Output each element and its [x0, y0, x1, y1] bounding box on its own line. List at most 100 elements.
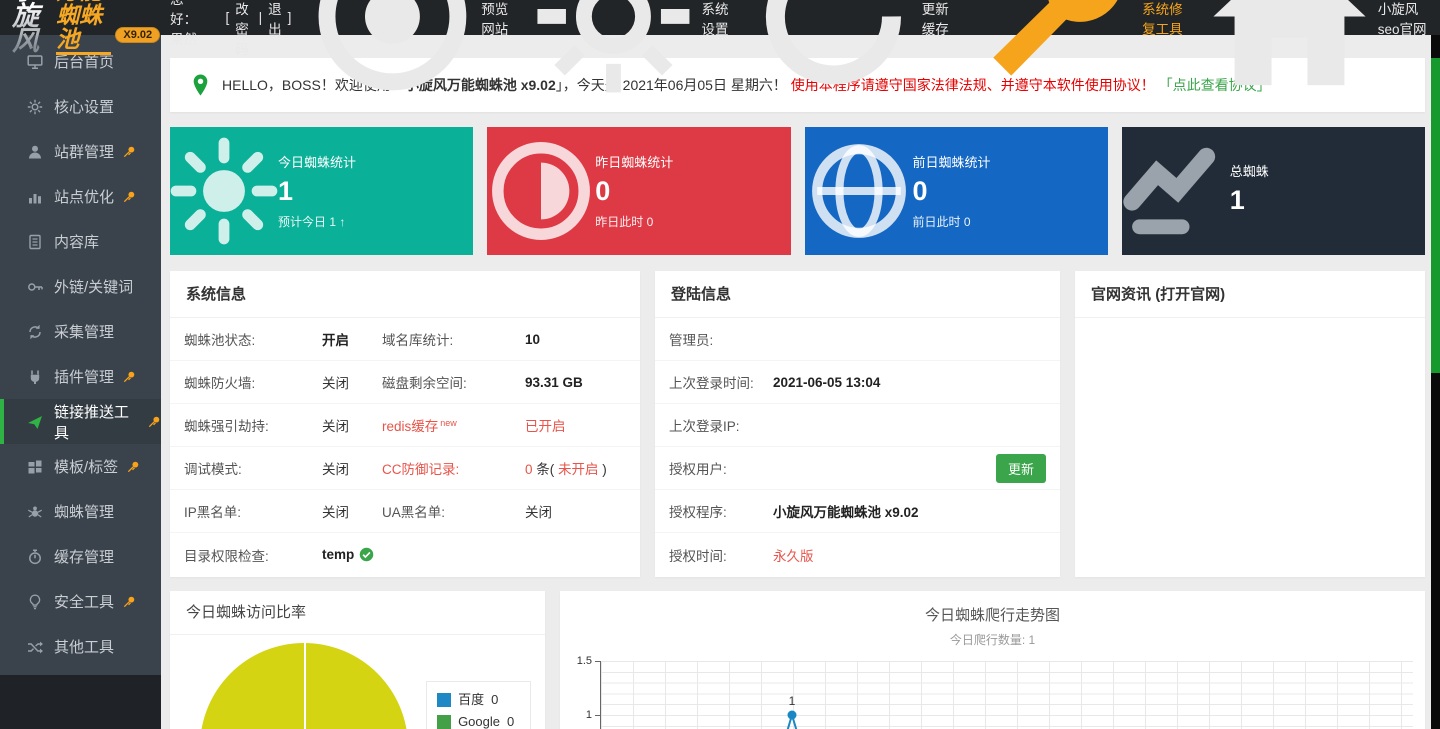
stat-card-title: 昨日蜘蛛统计	[595, 152, 673, 171]
spider-trend-line-panel: 今日蜘蛛爬行走势图 今日爬行数量: 1 1.5 1 1	[560, 591, 1425, 729]
logout-link[interactable]: 退出	[268, 0, 282, 38]
spider-icon	[27, 504, 43, 520]
app-logo: 小旋风 万能蜘蛛池 X9.02	[0, 0, 170, 57]
grid-icon	[27, 459, 43, 475]
scrollbar-thumb[interactable]	[1431, 58, 1440, 373]
stat-card-value: 1	[278, 178, 356, 205]
legend-item-google[interactable]: Google 0	[437, 711, 520, 729]
y-axis-tick-label: 1	[586, 709, 592, 721]
sidebar-item-content-library[interactable]: 内容库	[0, 219, 161, 264]
gear-icon	[27, 99, 43, 115]
nav-official-site[interactable]: 小旋风seo官网	[1205, 0, 1428, 104]
update-button[interactable]: 更新	[996, 454, 1046, 483]
nav-preview-site[interactable]: 预览网站	[308, 0, 511, 103]
sidebar-item-spider-manage[interactable]: 蜘蛛管理	[0, 489, 161, 534]
sidebar-item-label: 缓存管理	[54, 546, 114, 567]
stat-card-yesterday: 昨日蜘蛛统计 0 昨日此时 0	[487, 127, 790, 255]
info-row-hijack: 蜘蛛强引劫持: 关闭 redis缓存new 已开启	[170, 404, 640, 447]
sidebar: 后台首页 核心设置 站群管理 站点优化 内容库 外链/关键词 采集管理	[0, 35, 161, 729]
wrench-icon	[969, 0, 1138, 103]
bar-chart-icon	[27, 189, 43, 205]
system-info-panel: 系统信息 蜘蛛池状态: 开启 域名库统计: 10 蜘蛛防火墙: 关闭 磁盘剩余空…	[170, 271, 640, 577]
change-password-link[interactable]: 修改密码	[235, 0, 252, 58]
sidebar-item-other-tools[interactable]: 其他工具	[0, 624, 161, 669]
shuffle-icon	[27, 639, 43, 655]
nav-item-label: 预览网站	[481, 0, 511, 38]
sidebar-item-label: 内容库	[54, 231, 99, 252]
sidebar-item-label: 站点优化	[54, 186, 114, 207]
sidebar-item-plugins[interactable]: 插件管理	[0, 354, 161, 399]
pin-icon	[123, 595, 136, 608]
sidebar-item-cache-manage[interactable]: 缓存管理	[0, 534, 161, 579]
sidebar-item-site-group[interactable]: 站群管理	[0, 129, 161, 174]
info-row-blacklists: IP黑名单: 关闭 UA黑名单: 关闭	[170, 490, 640, 533]
cc-defense-link[interactable]: CC防御记录:	[382, 458, 525, 478]
bracket: ]	[288, 10, 292, 25]
top-navbar: 小旋风 万能蜘蛛池 X9.02 您好：果然 [ 修改密码 | 退出 ] 预览网站…	[0, 0, 1440, 35]
stat-card-value: 0	[913, 178, 991, 205]
data-point-label: 1	[789, 694, 796, 708]
charts-row: 今日蜘蛛访问比率 百度 0 Google 0	[170, 591, 1425, 729]
key-icon	[27, 279, 43, 295]
data-point[interactable]	[788, 711, 797, 720]
sidebar-item-link-push-tools[interactable]: 链接推送工具	[0, 399, 161, 444]
data-series-spike: 1	[740, 661, 860, 729]
main-content: HELLO，BOSS！欢迎使用「小旋风万能蜘蛛池 x9.02」，今天是 2021…	[161, 35, 1431, 729]
plot-grid	[600, 661, 1413, 729]
check-circle-icon	[359, 547, 374, 562]
logo-text-secondary: 万能蜘蛛池	[56, 0, 111, 55]
account-links: [ 修改密码 | 退出 ]	[225, 0, 291, 58]
greeting-text: 您好：果然	[170, 0, 208, 48]
nav-item-label: 系统修复工具	[1142, 0, 1188, 38]
redis-cache-link[interactable]: redis缓存	[382, 419, 438, 434]
document-icon	[27, 234, 43, 250]
sidebar-item-security-tools[interactable]: 安全工具	[0, 579, 161, 624]
sidebar-item-templates-tags[interactable]: 模板/标签	[0, 444, 161, 489]
sidebar-item-label: 安全工具	[54, 591, 114, 612]
nav-refresh-cache[interactable]: 更新缓存	[749, 0, 952, 103]
pie-chart-body: 百度 0 Google 0 360蜘蛛 0	[170, 635, 545, 729]
sidebar-item-label: 模板/标签	[54, 456, 118, 477]
y-axis-tick-mark	[595, 661, 600, 662]
legend-swatch	[437, 693, 451, 707]
spider-ratio-pie-panel: 今日蜘蛛访问比率 百度 0 Google 0	[170, 591, 545, 729]
legend-item-baidu[interactable]: 百度 0	[437, 689, 520, 711]
navbar-right: 您好：果然 [ 修改密码 | 退出 ] 预览网站 系统设置 更新缓存 系统修复工…	[170, 0, 1440, 104]
stat-card-today: 今日蜘蛛统计 1 预计今日 1 ↑	[170, 127, 473, 255]
stopwatch-icon	[27, 549, 43, 565]
line-chart-plot: 1.5 1 1	[600, 661, 1413, 729]
trend-line-icon	[1122, 137, 1230, 245]
line-chart-title: 今日蜘蛛爬行走势图	[560, 604, 1425, 625]
page-scrollbar[interactable]	[1431, 35, 1440, 729]
refresh-icon	[749, 0, 918, 103]
login-info-panel: 登陆信息 管理员: 上次登录时间: 2021-06-05 13:04 上次登录I…	[655, 271, 1060, 577]
nav-item-label: 系统设置	[701, 0, 731, 38]
home-icon	[1205, 0, 1374, 104]
info-row-firewall: 蜘蛛防火墙: 关闭 磁盘剩余空间: 93.31 GB	[170, 361, 640, 404]
stat-card-subtitle: 昨日此时 0	[595, 213, 673, 230]
sidebar-item-links-keywords[interactable]: 外链/关键词	[0, 264, 161, 309]
logo-text-primary: 小旋风	[12, 0, 52, 55]
sidebar-menu: 后台首页 核心设置 站群管理 站点优化 内容库 外链/关键词 采集管理	[0, 35, 161, 675]
open-official-site-link[interactable]: (打开官网)	[1155, 286, 1225, 303]
version-badge: X9.02	[115, 27, 160, 43]
pin-icon	[123, 370, 136, 383]
redis-status: 已开启	[525, 415, 626, 435]
sidebar-item-label: 其他工具	[54, 636, 114, 657]
nav-item-label: 更新缓存	[922, 0, 952, 38]
line-chart-subtitle: 今日爬行数量: 1	[560, 631, 1425, 648]
stat-card-subtitle: 预计今日 1 ↑	[278, 213, 356, 230]
pie-slice-divider	[304, 643, 306, 729]
nav-system-settings[interactable]: 系统设置	[529, 0, 732, 103]
panel-title: 系统信息	[170, 271, 640, 318]
pie-chart	[200, 643, 408, 729]
login-row-admin: 管理员:	[655, 318, 1060, 361]
sidebar-item-core-settings[interactable]: 核心设置	[0, 84, 161, 129]
sidebar-item-collection[interactable]: 采集管理	[0, 309, 161, 354]
sidebar-item-site-optimize[interactable]: 站点优化	[0, 174, 161, 219]
info-row-spider-pool-status: 蜘蛛池状态: 开启 域名库统计: 10	[170, 318, 640, 361]
panel-title: 官网资讯 (打开官网)	[1075, 271, 1425, 318]
login-row-auth-program: 授权程序: 小旋风万能蜘蛛池 x9.02	[655, 490, 1060, 533]
plug-icon	[27, 369, 43, 385]
nav-repair-tools[interactable]: 系统修复工具	[969, 0, 1188, 103]
